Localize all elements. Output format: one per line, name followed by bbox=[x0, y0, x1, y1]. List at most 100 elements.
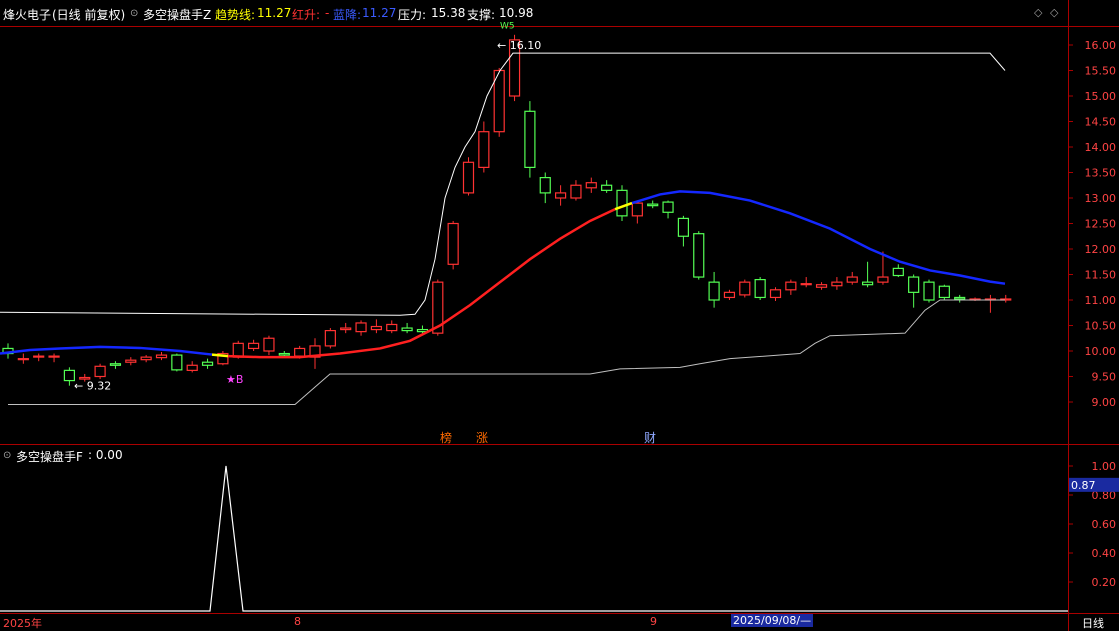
low-price-label: ← 9.32 bbox=[74, 380, 111, 393]
price-tick-label: 9.00 bbox=[1092, 396, 1117, 409]
trend-transition-yellow bbox=[211, 353, 229, 358]
candle-body bbox=[739, 281, 751, 296]
blue-fall-value: 11.27 bbox=[362, 6, 397, 20]
price-tick-label: 14.00 bbox=[1085, 141, 1117, 154]
chart-header: 烽火电子 (日线 前复权) ⊙ 多空操盘手Z 趋势线: 11.27 红升: - … bbox=[0, 0, 1119, 26]
candle-body bbox=[723, 291, 736, 299]
candle-body bbox=[892, 267, 904, 277]
high-price-label: ← 16.10 bbox=[497, 39, 541, 52]
event-tag: 财 bbox=[644, 431, 656, 445]
sub-tick-label: 0.20 bbox=[1092, 576, 1117, 589]
candle-body bbox=[601, 184, 613, 191]
pressure-value: 15.38 bbox=[431, 6, 466, 20]
candle-body bbox=[324, 330, 336, 347]
candle-body bbox=[938, 285, 950, 299]
candle-body bbox=[693, 233, 705, 278]
b-signal: ★B bbox=[226, 373, 243, 386]
main-chart-svg[interactable]: 9.00 9.50 10.00 10.50 11.00 11.50 12.00 12.50 13… bbox=[0, 0, 1119, 631]
pressure-label: 压力: bbox=[398, 8, 427, 22]
candle-body bbox=[585, 182, 597, 189]
sub-indicator-name[interactable]: 多空操盘手F bbox=[16, 448, 83, 465]
current-sub-value: 0.87 bbox=[1071, 479, 1096, 492]
price-tick-label: 10.50 bbox=[1085, 320, 1117, 333]
candle-body bbox=[370, 325, 382, 331]
period-label: (日线 前复权) bbox=[52, 8, 126, 22]
expand-icon[interactable]: ◇ bbox=[1050, 6, 1058, 19]
price-tick-label: 10.00 bbox=[1085, 345, 1117, 358]
candle-body bbox=[278, 352, 290, 356]
price-tick-label: 14.50 bbox=[1085, 116, 1117, 129]
candle-body bbox=[17, 358, 29, 361]
candle-body bbox=[554, 192, 567, 199]
candle-body bbox=[662, 201, 674, 213]
candle-body bbox=[109, 363, 122, 366]
candle-body bbox=[524, 110, 536, 169]
red-rise-value: - bbox=[325, 6, 330, 20]
candle-body bbox=[155, 354, 168, 359]
support-value: 10.98 bbox=[499, 6, 534, 20]
sub-tick-label: 1.00 bbox=[1092, 460, 1117, 473]
candle-body bbox=[815, 284, 828, 288]
candle-body bbox=[186, 364, 198, 371]
candle-body bbox=[616, 189, 628, 217]
candle-body bbox=[785, 281, 797, 291]
trend-line-blue-left bbox=[0, 345, 213, 356]
candle-body bbox=[846, 276, 858, 283]
price-tick-label: 13.50 bbox=[1085, 167, 1117, 180]
sub-indicator-dropdown-icon[interactable]: ⊙ bbox=[3, 450, 11, 461]
price-tick-label: 11.50 bbox=[1085, 269, 1117, 282]
sub-tick-label: 0.40 bbox=[1092, 547, 1117, 560]
candle-body bbox=[769, 289, 782, 299]
candle-body bbox=[754, 279, 766, 299]
candle-body bbox=[908, 276, 920, 293]
candle-body bbox=[201, 361, 214, 366]
candle-body bbox=[294, 347, 306, 357]
price-tick-label: 11.00 bbox=[1085, 294, 1117, 307]
candle-body bbox=[831, 281, 843, 287]
candle-body bbox=[48, 355, 60, 358]
indicator-dropdown-icon[interactable]: ⊙ bbox=[130, 8, 138, 19]
candle-body bbox=[63, 369, 76, 382]
candle-body bbox=[340, 327, 352, 331]
price-tick-label: 16.00 bbox=[1085, 39, 1117, 52]
support-line bbox=[8, 299, 1005, 406]
sub-indicator-line bbox=[0, 465, 1068, 612]
stock-name: 烽火电子 bbox=[3, 8, 52, 22]
candle-body bbox=[877, 276, 889, 283]
candle-body bbox=[125, 359, 137, 363]
sub-tick-label: 0.60 bbox=[1092, 518, 1117, 531]
price-tick-label: 12.50 bbox=[1085, 218, 1117, 231]
candle-body bbox=[954, 296, 966, 300]
candle-body bbox=[140, 356, 152, 361]
trend-line-red bbox=[227, 208, 616, 359]
candle-body bbox=[447, 222, 459, 265]
period-label-bottom[interactable]: 日线 bbox=[1082, 615, 1104, 631]
candle-body bbox=[647, 203, 659, 207]
sub-indicator-value: : 0.00 bbox=[88, 448, 123, 462]
candle-body bbox=[94, 365, 106, 378]
diamond-icon[interactable]: ◇ bbox=[1034, 6, 1042, 19]
candle-body bbox=[478, 131, 490, 168]
trend-value: 11.27 bbox=[257, 6, 292, 20]
indicator-name[interactable]: 多空操盘手Z bbox=[143, 6, 211, 23]
candle-body bbox=[570, 184, 582, 199]
cursor-date: 2025/09/08/— bbox=[731, 614, 814, 627]
support-label: 支撑: bbox=[467, 8, 496, 22]
candle-body bbox=[708, 281, 720, 301]
candle-body bbox=[539, 177, 551, 194]
candle-body bbox=[401, 327, 413, 332]
date-start: 2025年 bbox=[3, 617, 42, 630]
pressure-line bbox=[0, 52, 1006, 316]
candle-body bbox=[631, 202, 643, 217]
blue-fall-label: 蓝降: bbox=[333, 8, 362, 22]
candle-body bbox=[33, 355, 45, 358]
event-tag: 涨 bbox=[476, 430, 488, 445]
candle-body bbox=[677, 217, 690, 237]
candle-body bbox=[861, 281, 874, 286]
date-month-9: 9 bbox=[650, 615, 657, 628]
trend-label: 趋势线: bbox=[215, 8, 256, 22]
candle-body bbox=[386, 323, 398, 332]
red-rise-label: 红升: bbox=[292, 8, 321, 22]
candle-body bbox=[923, 281, 935, 301]
event-tag: 榜 bbox=[440, 430, 452, 445]
